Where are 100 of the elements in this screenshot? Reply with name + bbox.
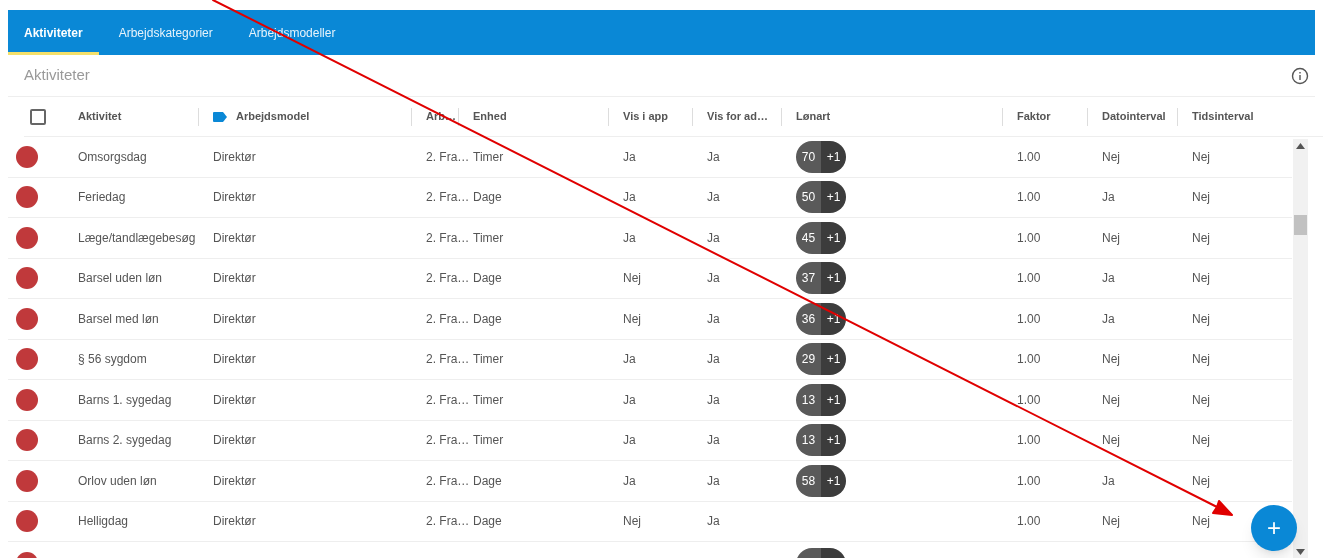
table-cell-text: Ja — [707, 148, 720, 166]
table-cell-text: Ja — [1102, 472, 1115, 490]
table-cell-text: 2. Fra… — [426, 310, 470, 328]
table-cell-text: 2. Fra… — [426, 351, 470, 369]
table-cell-text: Timer — [473, 148, 504, 166]
table-cell-text: Nej — [1102, 391, 1120, 409]
table-cell-text: Nej — [623, 513, 641, 531]
table-cell-text: Ja — [707, 432, 720, 450]
table-cell-text: Dage — [473, 189, 502, 207]
table-cell-text: Direktør — [213, 432, 256, 450]
column-header[interactable]: Arbejdsmodel — [236, 108, 310, 125]
table-cell-text: Nej — [1192, 270, 1210, 288]
scroll-thumb[interactable] — [1294, 215, 1307, 235]
scroll-up-icon[interactable] — [1296, 143, 1305, 149]
table-cell-text: 2. Fra… — [426, 229, 470, 247]
table-cell-text: Nej — [1192, 148, 1210, 166]
table-cell-text: Ja — [623, 351, 636, 369]
table-cell-text: Timer — [473, 229, 504, 247]
table-cell-text: 1.00 — [1017, 229, 1041, 247]
column-header[interactable]: Lønart — [796, 108, 831, 125]
table-cell-text: 1.00 — [1017, 472, 1041, 490]
table-cell-text: Ja — [707, 351, 720, 369]
table-cell-text: Ja — [1102, 189, 1115, 207]
table-cell-text: Ja — [707, 189, 720, 207]
scrollbar[interactable] — [1293, 139, 1308, 558]
table-cell-text: 2. Fra… — [426, 391, 470, 409]
table-cell-text: Nej — [623, 310, 641, 328]
table-cell-text: Barsel uden løn — [78, 270, 163, 288]
table-cell-text: Ja — [623, 229, 636, 247]
table-cell-text: 1.00 — [1017, 148, 1041, 166]
table-cell-text: Barns 1. sygedag — [78, 391, 172, 409]
table-cell-text: Direktør — [213, 270, 256, 288]
table-cell-text: Dage — [473, 310, 502, 328]
column-header[interactable]: Tidsinterval — [1192, 108, 1254, 125]
table-cell-text: Dage — [473, 270, 502, 288]
table-cell-text: Dage — [473, 513, 502, 531]
table-cell-text: Ja — [707, 270, 720, 288]
table-cell-text: Nej — [1102, 229, 1120, 247]
column-header[interactable]: Vis for ad… — [707, 108, 768, 125]
table-cell-text: 2. Fra… — [426, 472, 470, 490]
table-cell-text: Nej — [1192, 229, 1210, 247]
table-cell-text: Ja — [1102, 270, 1115, 288]
table-cell-text: Ja — [1102, 310, 1115, 328]
table-cell-text: Ja — [623, 148, 636, 166]
column-header[interactable]: Datointerval — [1102, 108, 1166, 125]
table-cell-text: Nej — [1192, 391, 1210, 409]
table-cell-text: Nej — [1192, 513, 1210, 531]
table-cell-text: Nej — [1192, 310, 1210, 328]
table-cell-text: 2. Fra… — [426, 432, 470, 450]
table-cell-text: Direktør — [213, 229, 256, 247]
table-cell-text: § 56 sygdom — [78, 351, 147, 369]
table-cell-text: Direktør — [213, 189, 256, 207]
table-cell-text: 1.00 — [1017, 310, 1041, 328]
column-header[interactable]: Vis i app — [623, 108, 669, 125]
scroll-down-icon[interactable] — [1296, 549, 1305, 555]
table-cell-text: Orlov uden løn — [78, 472, 157, 490]
table-cell-text: Nej — [1102, 432, 1120, 450]
info-icon[interactable] — [1291, 66, 1309, 85]
table-cell-text: Direktør — [213, 513, 256, 531]
table-cell-text: Ja — [707, 310, 720, 328]
table-cell-text: 1.00 — [1017, 351, 1041, 369]
add-button[interactable]: + — [1251, 505, 1297, 551]
table-cell-text: Ja — [623, 472, 636, 490]
table-cell-text: Nej — [1102, 351, 1120, 369]
select-all-checkbox[interactable] — [30, 108, 46, 125]
table-cell-text: Direktør — [213, 351, 256, 369]
table-cell-text: Nej — [1102, 513, 1120, 531]
table-cell-text: Timer — [473, 391, 504, 409]
table-cell-text: Dage — [473, 472, 502, 490]
table-cell-text: 2. Fra… — [426, 513, 470, 531]
table-cell-text: 1.00 — [1017, 391, 1041, 409]
table-cell-text: Helligdag — [78, 513, 129, 531]
column-header[interactable]: Faktor — [1017, 108, 1051, 125]
table-cell-text: Omsorgsdag — [78, 148, 147, 166]
table-cell-text: Nej — [1192, 189, 1210, 207]
table-cell-text: Ja — [623, 189, 636, 207]
table-cell-text: Ja — [623, 391, 636, 409]
table-cell-text: 1.00 — [1017, 513, 1041, 531]
column-header[interactable]: Aktivitet — [78, 108, 122, 125]
table-cell-text: Ja — [707, 391, 720, 409]
table-cell-text: Nej — [1192, 351, 1210, 369]
column-header[interactable]: Enhed — [473, 108, 507, 125]
table-cell-text: Nej — [623, 270, 641, 288]
table-cell-text: Nej — [1192, 432, 1210, 450]
table-cell-text: 2. Fra… — [426, 148, 470, 166]
table-cell-text: 1.00 — [1017, 432, 1041, 450]
table-cell-text: Direktør — [213, 472, 256, 490]
table-cell-text: 1.00 — [1017, 189, 1041, 207]
tab[interactable]: Arbejdskategorier — [102, 10, 229, 55]
table-cell-text: 2. Fra… — [426, 270, 470, 288]
table-cell-text: Feriedag — [78, 189, 126, 207]
table-cell-text: Direktør — [213, 310, 256, 328]
tab[interactable]: Aktiviteter — [8, 10, 99, 55]
label-tag-icon — [213, 111, 228, 122]
table-cell-text: Timer — [473, 432, 504, 450]
table-cell-text: 2. Fra… — [426, 189, 470, 207]
page-title: Aktiviteter — [24, 65, 90, 86]
table-cell-text: Læge/tandlægebesøg — [78, 229, 196, 247]
table-cell-text: Ja — [707, 513, 720, 531]
table-cell-text: Barsel med løn — [78, 310, 159, 328]
